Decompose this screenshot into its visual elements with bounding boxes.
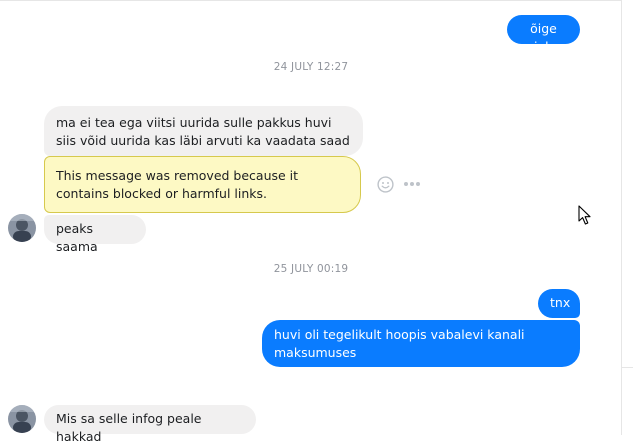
smiley-icon[interactable] [377,175,394,193]
removed-message-notice: This message was removed because it cont… [44,156,361,213]
message-text: huvi oli tegelikult hoopis vabalevi kana… [274,327,525,360]
message-outgoing[interactable]: tnx [538,289,580,318]
message-incoming[interactable]: ma ei tea ega viitsi uurida sulle pakkus… [44,106,363,156]
message-outgoing[interactable]: õige jah [507,15,580,54]
removed-message-text: This message was removed because it cont… [56,168,299,201]
top-divider [0,0,633,1]
message-text: õige jah [530,21,557,54]
avatar[interactable] [8,405,36,433]
message-text: tnx [550,295,571,310]
message-incoming[interactable]: peaks saama [44,215,146,254]
more-dots-icon[interactable] [403,181,421,187]
avatar[interactable] [8,214,36,242]
message-text: ma ei tea ega viitsi uurida sulle pakkus… [56,115,350,148]
message-text: peaks saama [56,221,98,254]
mouse-pointer-icon [578,205,592,229]
message-actions [377,175,421,193]
message-outgoing[interactable]: huvi oli tegelikult hoopis vabalevi kana… [262,320,580,367]
scrollbar-track[interactable] [622,0,633,435]
timestamp: 25 JULY 00:19 [273,263,349,275]
message-text: Mis sa selle infog peale hakkad [56,411,202,444]
message-incoming[interactable]: Mis sa selle infog peale hakkad [44,405,256,444]
panel-divider [622,367,633,368]
timestamp: 24 JULY 12:27 [273,61,349,73]
